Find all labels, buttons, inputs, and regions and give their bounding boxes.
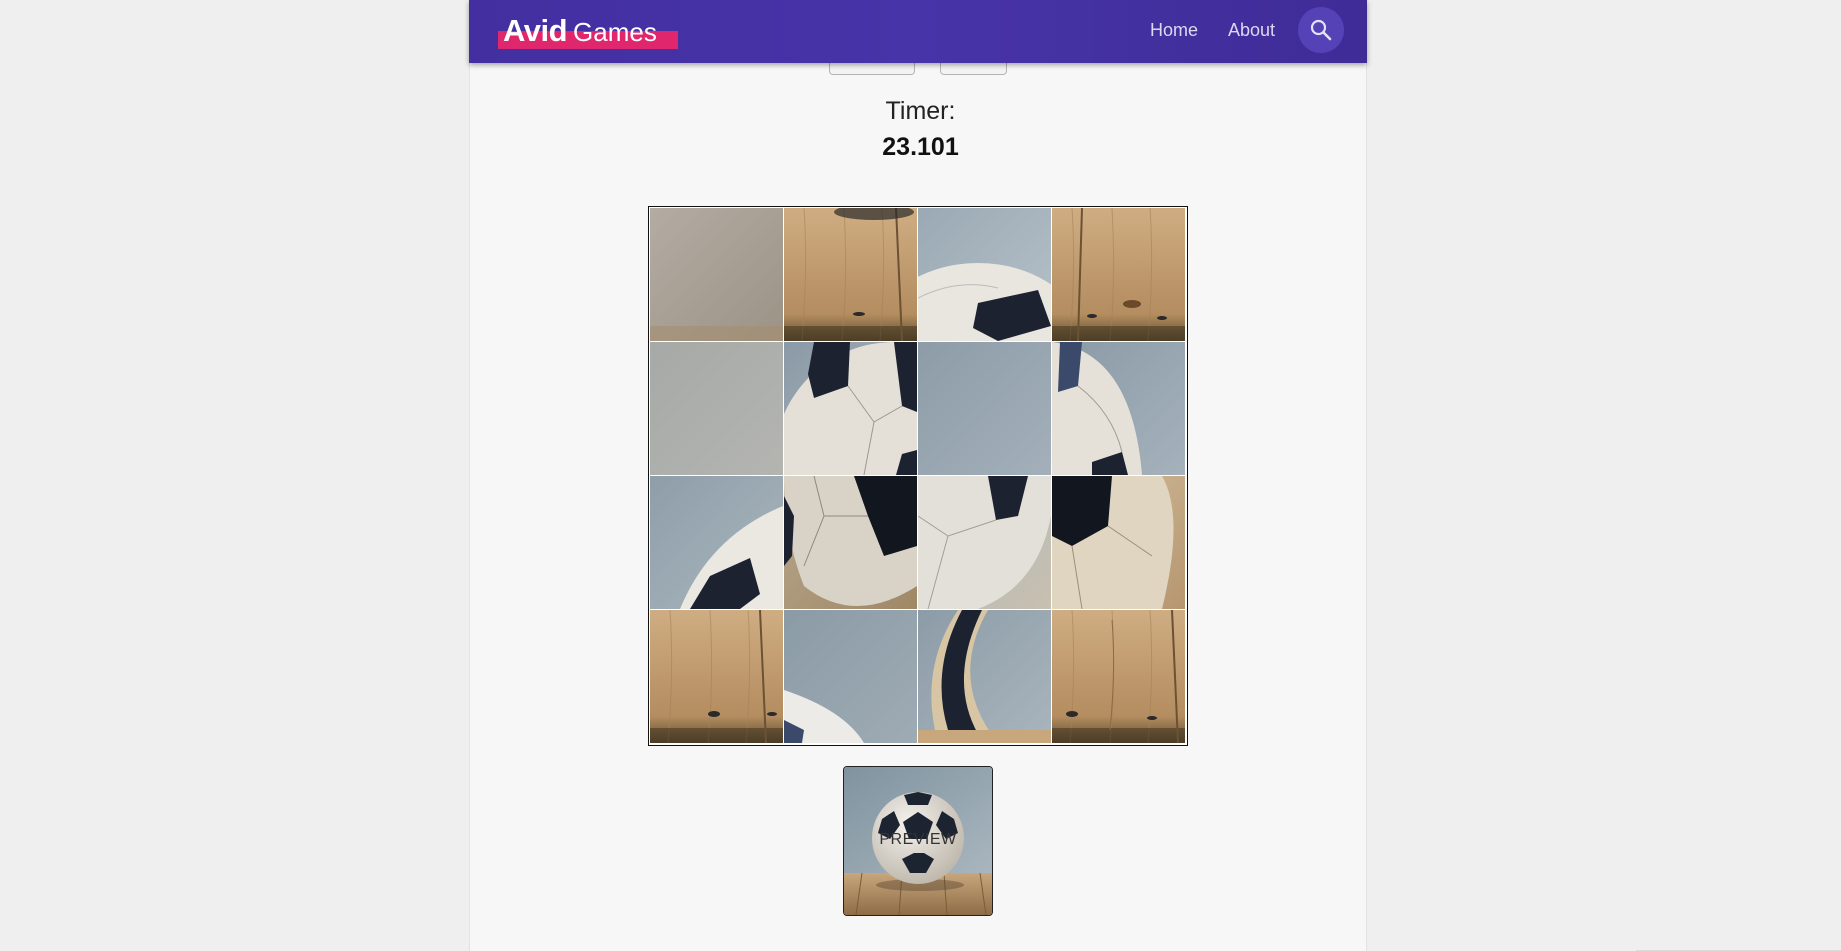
puzzle-tile[interactable] (1052, 342, 1185, 475)
puzzle-tile-image (784, 208, 917, 341)
puzzle-tile-image (918, 476, 1051, 609)
puzzle-tile-image (1052, 476, 1185, 609)
puzzle-tile[interactable] (918, 208, 1051, 341)
search-button[interactable] (1298, 7, 1344, 53)
puzzle-tile[interactable] (1052, 476, 1185, 609)
timer-label: Timer: (885, 97, 956, 125)
puzzle-tile[interactable] (1052, 208, 1185, 341)
puzzle-tile[interactable] (784, 610, 917, 743)
puzzle-board (648, 206, 1188, 746)
puzzle-tile-image (1052, 610, 1185, 743)
puzzle-tile-image (650, 342, 783, 475)
puzzle-tile[interactable] (784, 476, 917, 609)
puzzle-tile-image (650, 610, 783, 743)
puzzle-tile-image (784, 342, 917, 475)
nav-link-home[interactable]: Home (1150, 18, 1198, 42)
puzzle-tile-image (784, 610, 917, 743)
timer-value: 23.101 (882, 133, 959, 161)
puzzle-tile-image (918, 342, 1051, 475)
preview-image[interactable]: PREVIEW (843, 766, 993, 916)
top-navbar: Avid Games Home About (469, 0, 1367, 63)
puzzle-tile[interactable] (784, 342, 917, 475)
logo-text-light: Games (573, 17, 657, 47)
puzzle-tile-image (784, 476, 917, 609)
puzzle-tile[interactable] (918, 476, 1051, 609)
puzzle-tile-image (918, 610, 1051, 743)
puzzle-tile[interactable] (650, 610, 783, 743)
puzzle-tile[interactable] (650, 342, 783, 475)
puzzle-tile-image (650, 208, 783, 341)
puzzle-tile-image (650, 476, 783, 609)
preview-label: PREVIEW (879, 831, 957, 848)
search-icon (1310, 19, 1332, 41)
logo-text-bold: Avid (503, 13, 568, 48)
puzzle-tile-image (918, 208, 1051, 341)
puzzle-tile[interactable] (918, 610, 1051, 743)
puzzle-tile[interactable] (650, 476, 783, 609)
puzzle-tile[interactable] (784, 208, 917, 341)
puzzle-tile[interactable] (918, 342, 1051, 475)
puzzle-tile-image (1052, 208, 1185, 341)
puzzle-tile[interactable] (1052, 610, 1185, 743)
puzzle-tile[interactable] (650, 208, 783, 341)
nav-link-about[interactable]: About (1228, 18, 1275, 42)
puzzle-tile-image (1052, 342, 1185, 475)
